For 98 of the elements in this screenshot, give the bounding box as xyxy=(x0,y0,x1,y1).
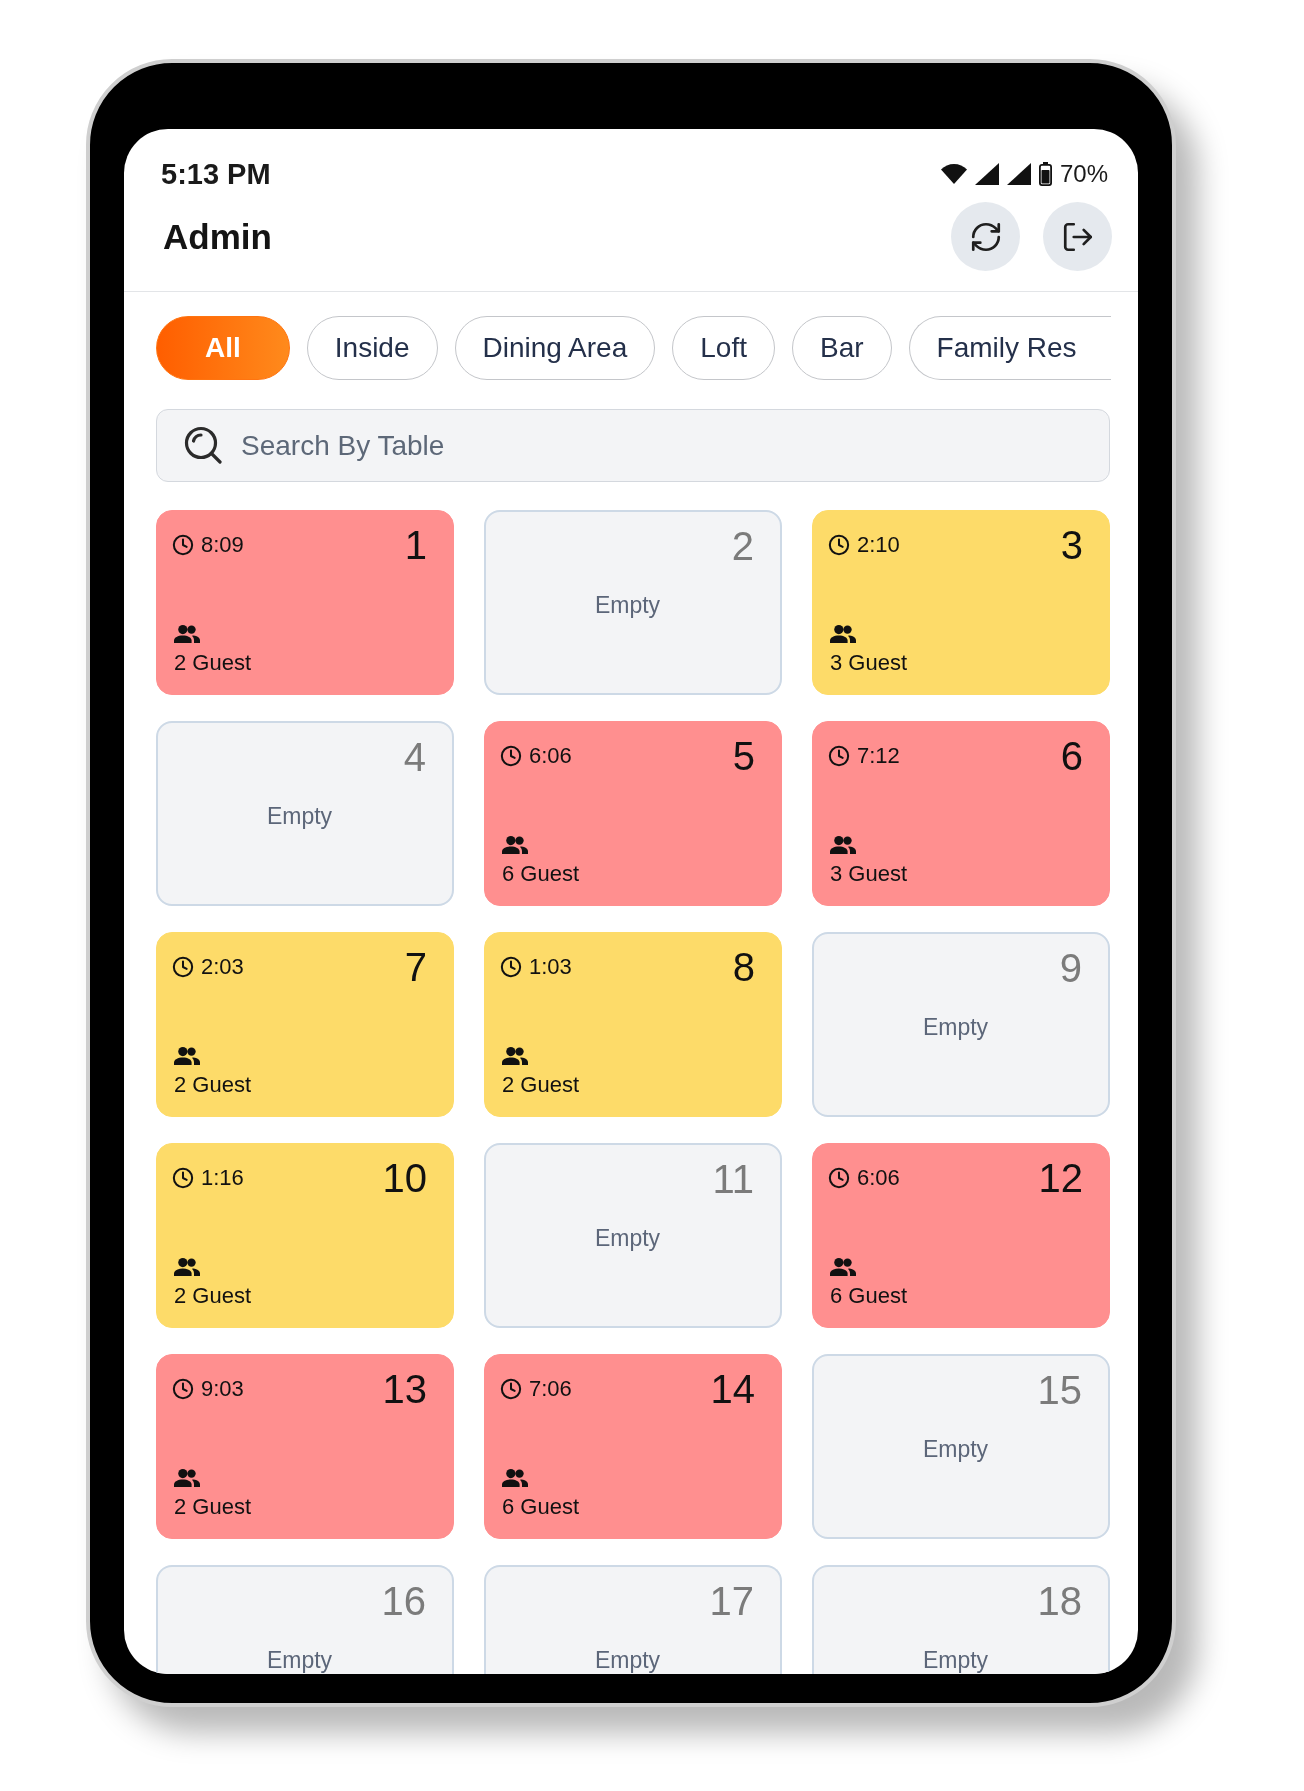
table-card[interactable]: 2:10 3 3 Guest xyxy=(812,510,1110,695)
clock-icon xyxy=(172,956,194,978)
table-number: 10 xyxy=(382,1156,427,1200)
table-time: 7:06 xyxy=(529,1376,572,1402)
filter-chip[interactable]: Loft xyxy=(672,316,775,380)
table-time: 2:10 xyxy=(857,532,900,558)
clock-icon xyxy=(828,1167,850,1189)
table-number: 13 xyxy=(382,1367,427,1411)
table-number: 17 xyxy=(709,1579,754,1623)
people-icon xyxy=(830,1258,856,1276)
table-card[interactable]: 16 Empty xyxy=(156,1565,454,1674)
people-icon xyxy=(502,1469,528,1487)
signal-icon xyxy=(1006,163,1031,185)
guest-count: 6 Guest xyxy=(502,861,580,887)
battery-percent: 70% xyxy=(1059,160,1108,188)
table-card[interactable]: 1:16 10 2 Guest xyxy=(156,1143,454,1328)
empty-label: Empty xyxy=(922,1436,989,1462)
clock-icon xyxy=(172,1378,194,1400)
table-number: 14 xyxy=(710,1367,755,1411)
empty-label: Empty xyxy=(594,1225,661,1251)
table-card[interactable]: 15 Empty xyxy=(812,1354,1110,1539)
filter-chip[interactable]: Bar xyxy=(791,316,892,380)
guest-count: 2 Guest xyxy=(174,650,252,676)
people-icon xyxy=(174,1469,200,1487)
empty-label: Empty xyxy=(594,592,661,618)
guest-count: 2 Guest xyxy=(174,1072,252,1098)
empty-label: Empty xyxy=(594,1647,661,1673)
table-time: 2:03 xyxy=(201,954,244,980)
table-number: 12 xyxy=(1038,1156,1083,1200)
table-time: 1:03 xyxy=(529,954,572,980)
table-time: 1:16 xyxy=(201,1165,244,1191)
table-number: 6 xyxy=(1060,734,1083,778)
people-icon xyxy=(174,1047,200,1065)
table-time: 6:06 xyxy=(857,1165,900,1191)
table-number: 5 xyxy=(732,734,755,778)
empty-label: Empty xyxy=(266,1647,333,1673)
people-icon xyxy=(830,625,856,643)
filter-chip[interactable]: Inside xyxy=(306,316,438,380)
table-card[interactable]: 9 Empty xyxy=(812,932,1110,1117)
filter-chip[interactable]: Family Res xyxy=(908,316,1111,380)
table-card[interactable]: 1:03 8 2 Guest xyxy=(484,932,782,1117)
table-card[interactable]: 2:03 7 2 Guest xyxy=(156,932,454,1117)
table-time: 6:06 xyxy=(529,743,572,769)
table-number: 3 xyxy=(1060,523,1083,567)
table-card[interactable]: 4 Empty xyxy=(156,721,454,906)
empty-label: Empty xyxy=(922,1647,989,1673)
filter-chip[interactable]: Dining Area xyxy=(454,316,656,380)
status-time: 5:13 PM xyxy=(161,157,271,191)
guest-count: 2 Guest xyxy=(502,1072,580,1098)
guest-count: 3 Guest xyxy=(830,650,908,676)
page-title: Admin xyxy=(163,216,272,257)
people-icon xyxy=(174,1258,200,1276)
table-number: 4 xyxy=(403,735,426,779)
table-number: 15 xyxy=(1037,1368,1082,1412)
search-icon xyxy=(184,426,222,464)
guest-count: 3 Guest xyxy=(830,861,908,887)
empty-label: Empty xyxy=(922,1014,989,1040)
guest-count: 6 Guest xyxy=(502,1494,580,1520)
table-number: 1 xyxy=(404,523,427,567)
table-card[interactable]: 6:06 12 6 Guest xyxy=(812,1143,1110,1328)
battery-icon xyxy=(1038,162,1052,186)
table-number: 2 xyxy=(731,524,754,568)
signal-icon xyxy=(974,163,999,185)
table-card[interactable]: 11 Empty xyxy=(484,1143,782,1328)
table-card[interactable]: 17 Empty xyxy=(484,1565,782,1674)
guest-count: 2 Guest xyxy=(174,1283,252,1309)
table-card[interactable]: 18 Empty xyxy=(812,1565,1110,1674)
table-card[interactable]: 2 Empty xyxy=(484,510,782,695)
people-icon xyxy=(830,836,856,854)
search-field[interactable]: Search By Table xyxy=(156,409,1110,482)
table-number: 11 xyxy=(712,1157,754,1201)
guest-count: 6 Guest xyxy=(830,1283,908,1309)
clock-icon xyxy=(172,1167,194,1189)
table-card[interactable]: 9:03 13 2 Guest xyxy=(156,1354,454,1539)
table-number: 8 xyxy=(732,945,755,989)
people-icon xyxy=(174,625,200,643)
clock-icon xyxy=(828,745,850,767)
table-number: 9 xyxy=(1059,946,1082,990)
table-time: 9:03 xyxy=(201,1376,244,1402)
table-number: 16 xyxy=(381,1579,426,1623)
table-number: 7 xyxy=(404,945,427,989)
people-icon xyxy=(502,836,528,854)
table-number: 18 xyxy=(1037,1579,1082,1623)
clock-icon xyxy=(172,534,194,556)
table-card[interactable]: 6:06 5 6 Guest xyxy=(484,721,782,906)
table-card[interactable]: 7:06 14 6 Guest xyxy=(484,1354,782,1539)
table-time: 7:12 xyxy=(857,743,900,769)
table-time: 8:09 xyxy=(201,532,244,558)
people-icon xyxy=(502,1047,528,1065)
clock-icon xyxy=(500,745,522,767)
clock-icon xyxy=(500,1378,522,1400)
table-card[interactable]: 8:09 1 2 Guest xyxy=(156,510,454,695)
empty-label: Empty xyxy=(266,803,333,829)
table-card[interactable]: 7:12 6 3 Guest xyxy=(812,721,1110,906)
clock-icon xyxy=(500,956,522,978)
guest-count: 2 Guest xyxy=(174,1494,252,1520)
clock-icon xyxy=(828,534,850,556)
wifi-icon xyxy=(940,164,967,184)
